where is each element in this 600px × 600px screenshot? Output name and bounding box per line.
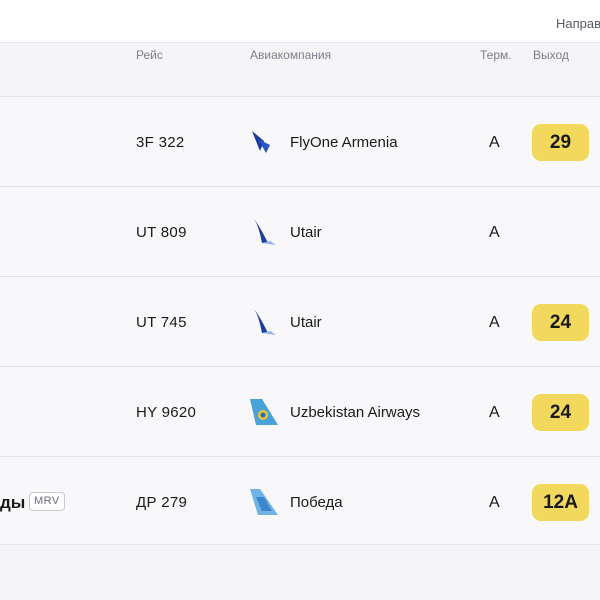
gate-badge: 29 [532, 124, 589, 161]
terminal: A [489, 314, 500, 331]
utair-logo-icon [254, 219, 276, 245]
flight-row[interactable]: HY 9620 Uzbekistan Airways A 24 [0, 366, 600, 456]
flight-number: HY 9620 [136, 404, 197, 421]
table-header: Рейс Авиакомпания Терм. Выход [0, 43, 600, 65]
search-bar[interactable]: Направ [0, 0, 600, 43]
flight-row[interactable]: 3F 322 FlyOne Armenia A 29 [0, 96, 600, 186]
terminal: A [489, 404, 500, 421]
terminal: A [489, 494, 500, 511]
flight-board-page: Направ Рейс Авиакомпания Терм. Выход 3F … [0, 0, 600, 600]
direction-tab[interactable]: Направ [556, 16, 600, 31]
utair-logo-icon [254, 309, 276, 335]
divider [0, 544, 600, 545]
uzbekistan-airways-logo-icon [250, 399, 278, 425]
airline-name: Utair [290, 314, 322, 331]
airline-name: Utair [290, 224, 322, 241]
column-header-gate: Выход [533, 48, 569, 62]
airline-name: Победа [290, 494, 343, 511]
pobeda-logo-icon [250, 489, 278, 515]
flight-number: ДР 279 [136, 494, 188, 511]
airline-name: FlyOne Armenia [290, 134, 398, 151]
column-header-airline: Авиакомпания [250, 48, 332, 62]
terminal: A [489, 224, 500, 241]
flight-row[interactable]: UT 745 Utair A 24 [0, 276, 600, 366]
gate-badge: 24 [532, 394, 589, 431]
column-header-flight: Рейс [136, 48, 163, 62]
flight-number: UT 745 [136, 314, 187, 331]
gate-badge: 12A [532, 484, 589, 521]
terminal: A [489, 134, 500, 151]
airline-name: Uzbekistan Airways [290, 404, 421, 421]
flight-number: 3F 322 [136, 134, 185, 151]
flyone-logo-icon [252, 131, 270, 153]
flight-number: UT 809 [136, 224, 187, 241]
flight-row[interactable]: ды MRV ДР 279 Победа A 12A [0, 456, 600, 546]
destination-city: ды [0, 493, 26, 512]
gate-badge: 24 [532, 304, 589, 341]
flight-row[interactable]: UT 809 Utair A [0, 186, 600, 276]
column-header-terminal: Терм. [480, 48, 512, 62]
iata-code-badge: MRV [29, 492, 65, 511]
